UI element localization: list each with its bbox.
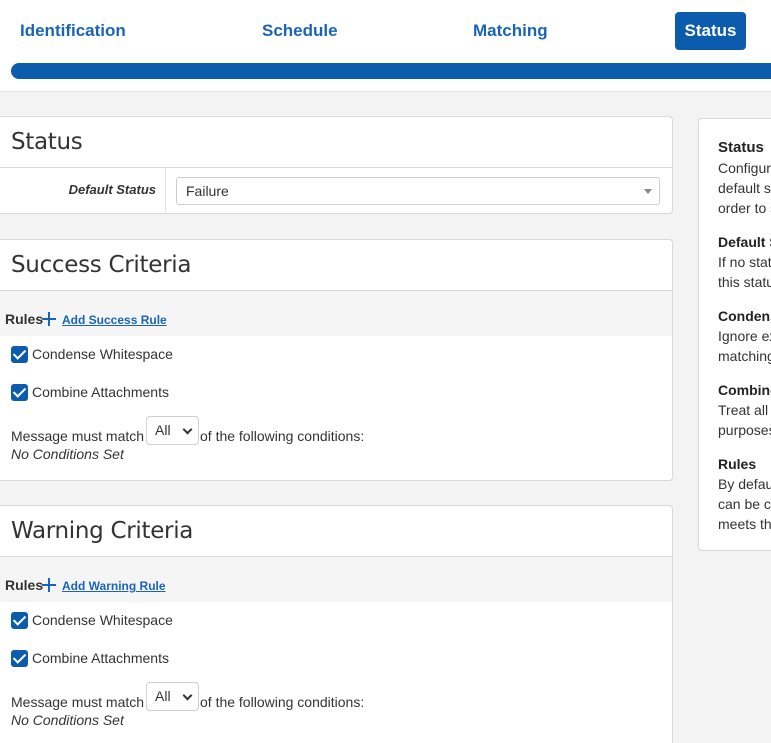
success-match-select[interactable]: All [146, 416, 199, 445]
help-line: can be c [718, 496, 771, 512]
warning-match-value: All [155, 688, 171, 704]
default-status-label: Default Status [0, 168, 166, 214]
chevron-down-icon [182, 424, 193, 435]
success-combine-attachments-row: Combine Attachments [0, 374, 672, 412]
help-line: If no stat [718, 254, 771, 270]
add-success-rule-link[interactable]: Add Success Rule [62, 313, 167, 327]
success-match-suffix: of the following conditions: [200, 428, 365, 444]
warning-combine-attachments-label: Combine Attachments [32, 650, 169, 666]
help-line: this statu [718, 274, 771, 290]
warning-combine-attachments-row: Combine Attachments [0, 640, 672, 678]
help-line: purposes [718, 422, 771, 438]
help-panel: Status Configur default s order to s Def… [698, 118, 771, 551]
warning-match-suffix: of the following conditions: [200, 694, 365, 710]
warning-rules-bar: Rules Add Warning Rule [0, 557, 672, 602]
help-line: Configur [718, 160, 771, 176]
step-schedule[interactable]: Schedule [262, 12, 338, 50]
step-status[interactable]: Status [675, 12, 746, 50]
help-line: Ignore ex [718, 328, 771, 344]
success-criteria-title: Success Criteria [0, 240, 672, 291]
warning-criteria-card: Warning Criteria Rules Add Warning Rule … [0, 505, 673, 743]
status-card-title: Status [0, 117, 672, 168]
step-matching[interactable]: Matching [473, 12, 548, 50]
help-section-default-status: Default S If no stat this statu [718, 232, 771, 292]
help-section-status: Status Configur default s order to s [718, 138, 771, 218]
default-status-select[interactable]: Failure [176, 177, 660, 205]
warning-rules-label: Rules [5, 577, 44, 593]
wizard-nav: Identification Schedule Matching Status [0, 0, 771, 92]
help-line: By defau [718, 476, 771, 492]
success-condense-whitespace-row: Condense Whitespace [0, 336, 672, 374]
help-line: Treat all [718, 402, 769, 418]
success-match-prefix: Message must match [11, 428, 145, 444]
help-title: Combine [718, 382, 771, 398]
wizard-progress-bar [11, 63, 771, 79]
help-section-condense: Condens Ignore ex matching [718, 306, 771, 366]
default-status-value: Failure [186, 183, 229, 199]
help-line: meets th [718, 516, 771, 532]
help-title: Condens [718, 308, 771, 324]
success-condense-whitespace-checkbox[interactable] [11, 346, 28, 363]
success-rules-bar: Rules Add Success Rule [0, 291, 672, 336]
success-match-value: All [155, 422, 171, 438]
plus-icon[interactable] [42, 578, 56, 592]
status-card: Status Default Status Failure [0, 116, 673, 214]
success-rules-label: Rules [5, 311, 44, 327]
help-line: order to s [718, 200, 771, 216]
add-warning-rule-link[interactable]: Add Warning Rule [62, 579, 166, 593]
warning-match-select[interactable]: All [146, 682, 199, 711]
help-line: matching [718, 348, 771, 364]
success-combine-attachments-label: Combine Attachments [32, 384, 169, 400]
plus-icon[interactable] [42, 312, 56, 326]
help-section-combine: Combine Treat all purposes [718, 380, 771, 440]
warning-match-row: Message must match All of the following … [0, 682, 672, 728]
warning-criteria-title: Warning Criteria [0, 506, 672, 557]
warning-combine-attachments-checkbox[interactable] [11, 650, 28, 667]
step-identification[interactable]: Identification [20, 12, 126, 50]
help-title: Default S [718, 234, 771, 250]
success-no-conditions: No Conditions Set [11, 446, 124, 462]
help-section-rules: Rules By defau can be c meets th [718, 454, 771, 534]
default-status-row: Default Status Failure [0, 168, 672, 214]
warning-match-prefix: Message must match [11, 694, 145, 710]
help-title: Status [718, 139, 764, 156]
chevron-down-icon [182, 690, 193, 701]
success-condense-whitespace-label: Condense Whitespace [32, 346, 173, 362]
warning-no-conditions: No Conditions Set [11, 712, 124, 728]
success-combine-attachments-checkbox[interactable] [11, 384, 28, 401]
warning-condense-whitespace-row: Condense Whitespace [0, 602, 672, 640]
warning-condense-whitespace-label: Condense Whitespace [32, 612, 173, 628]
warning-condense-whitespace-checkbox[interactable] [11, 612, 28, 629]
help-title: Rules [718, 456, 757, 472]
caret-down-icon [644, 189, 652, 194]
success-match-row: Message must match All of the following … [0, 416, 672, 462]
help-line: default s [718, 180, 771, 196]
success-criteria-card: Success Criteria Rules Add Success Rule … [0, 239, 673, 481]
